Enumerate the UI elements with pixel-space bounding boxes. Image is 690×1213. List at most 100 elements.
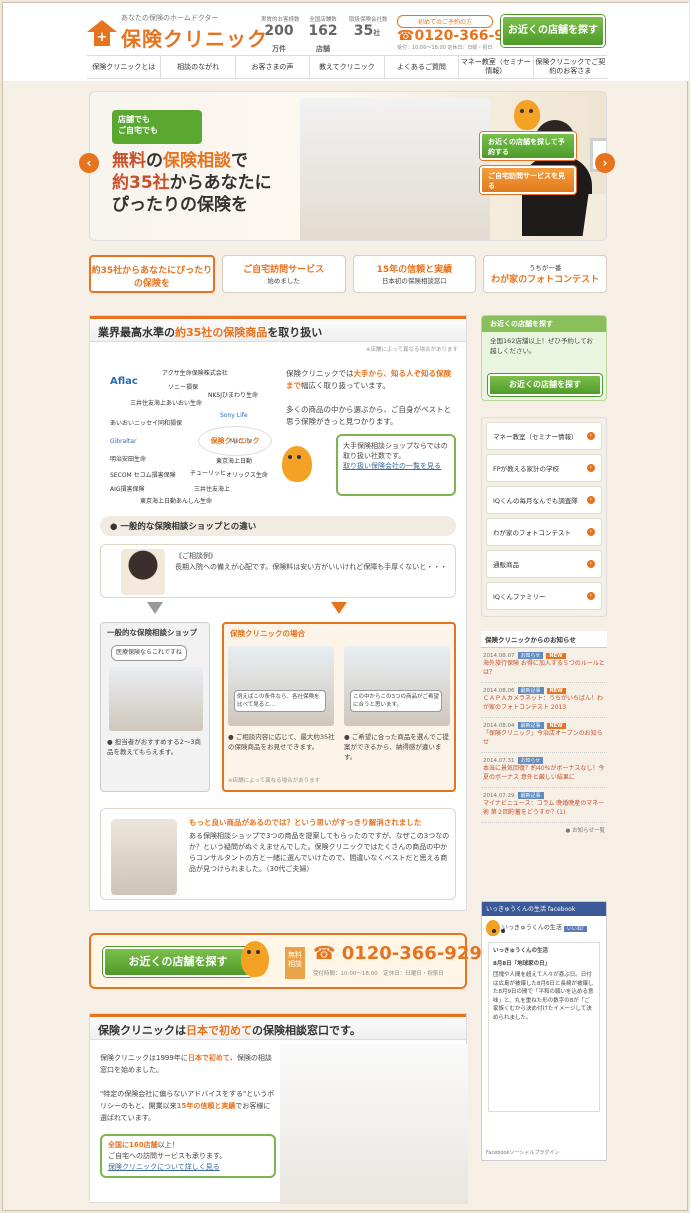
facebook-header: いっきゅうくんの生活 facebook (482, 902, 606, 916)
phone-label: 初めてのご予約の方 (397, 15, 493, 28)
example-label: 《ご相談例》 (175, 552, 217, 560)
headline-part: 保険相談 (163, 151, 231, 171)
companies-list-link[interactable]: 取り扱い保険会社の一覧を見る (343, 461, 449, 471)
nav-flow[interactable]: 相談のながれ (161, 56, 236, 78)
news-category: お知らせ (517, 652, 544, 659)
find-store-button[interactable]: お近くの店舗を探す (501, 15, 605, 47)
title-part: 業界最高水準の (98, 326, 175, 339)
facebook-page[interactable]: いっきゅうくんの生活 いいね! (482, 916, 606, 940)
first-text: 保険クリニックは1999年に日本で初めて、保険の相談窓口を始めました。 "特定の… (100, 1052, 276, 1124)
general-speech: 医療保険ならこれですね (111, 645, 187, 661)
title-part: 日本で初めて (186, 1024, 252, 1037)
sidebar-item-fp-school[interactable]: FPが教える家計の学校 › (486, 454, 602, 482)
logo-aioi-nissay: あいおいニッセイ同和損保 (110, 420, 183, 427)
news-category: お知らせ (517, 757, 544, 764)
general-shop-panel: 一般的な保険相談ショップ 医療保険ならこれですね ● 担当者がおすすめする2〜3… (100, 622, 210, 792)
post-date: 8月8日「地球家の日」 (493, 960, 551, 967)
logo-gibraltar: Gibraltar (110, 438, 137, 445)
sidebar-box-title: お近くの店舗を探す (482, 316, 606, 332)
store-count-box: 全国に160店舗以上！ ご自宅への訪問サービスも承ります。 保険クリニックについ… (100, 1134, 276, 1178)
logo-zurich: チューリッヒ (190, 470, 227, 477)
cta-hours: 受付時間：10:00〜18:00 定休日：日曜日・祝祭日 (313, 971, 444, 977)
carousel-prev-icon[interactable]: ‹ (79, 153, 99, 173)
menu-label: IQくんの毎月なんでも調査隊 (493, 497, 578, 505)
sidebar-item-family[interactable]: IQくんファミリー › (486, 582, 602, 610)
tab-35-companies[interactable]: 約35社からあなたにぴったりの保険を (89, 255, 215, 293)
news-text: 海外旅行保険 お得に加入する５つのルールとは？ (483, 660, 605, 676)
news-item[interactable]: 2014.08.06 最新記事 NEW ＣＡＰＡカメラネット：うちがいちばん！わが家… (481, 683, 607, 718)
stat-unit: 万件 (272, 45, 286, 53)
facebook-page-name: いっきゅうくんの生活 (501, 924, 562, 932)
nav-teach[interactable]: 教えてクリニック (310, 56, 385, 78)
nav-about[interactable]: 保険クリニックとは (87, 56, 162, 78)
tab-title: 15年の信頼と実績 (376, 265, 453, 275)
menu-label: IQくんファミリー (493, 593, 546, 601)
new-badge: NEW (546, 652, 566, 659)
clinic-text-1: ● ご相談内容に応じて、最大約35社の保険商品をお見せできます。 (228, 733, 335, 751)
feature-tabs: 約35社からあなたにぴったりの保険を ご自宅訪問サービス 始めました 15年の信頼… (89, 255, 607, 293)
logo-orix: オリックス生命 (226, 472, 268, 479)
tab-trust[interactable]: 15年の信頼と実績 日本初の保険相談窓口 (352, 255, 477, 293)
cta-store-button[interactable]: お近くの店舗を探す (103, 947, 253, 977)
facebook-widget: いっきゅうくんの生活 facebook いっきゅうくんの生活 いいね! いっきゅ… (481, 901, 607, 1161)
clinic-photo-1 (228, 646, 334, 726)
hero-banner[interactable]: 店舗でも ご自宅でも 無料の保険相談で 約35社からあなたに ぴったりの保険を … (89, 91, 607, 241)
news-category: 最新記事 (517, 687, 544, 694)
voice-heading: もっと良い商品があるのでは？という思いがすっきり解消されました (189, 818, 422, 827)
general-title: 一般的な保険相談ショップ (107, 628, 197, 637)
badge-line: 店舗でも (118, 115, 150, 124)
title-part: の保険商品 (212, 326, 268, 339)
logo-mitsui-aioi: 三井住友海上あいおい生命 (130, 400, 203, 407)
nav-contracted[interactable]: 保険クリニックでご契約のお客さま (534, 56, 607, 78)
sidebar-item-survey[interactable]: IQくんの毎月なんでも調査隊 › (486, 486, 602, 514)
arrow-down-orange-icon (331, 602, 347, 614)
intro-part: 多くの商品の中から選ぶから、ご自身がベストと思う保険がきっと見つかります。 (286, 405, 452, 426)
site-logo[interactable]: あなたの保険のホームドクター 保険クリニック (87, 14, 268, 52)
menu-label: FPが教える家計の学校 (493, 465, 559, 473)
post-text: 団塊や人間を超えて人々が喜ぶ日。日付は広島が被爆した8月6日と長崎が被爆した8月… (493, 972, 594, 1021)
mascot-icon (282, 446, 312, 482)
hero-visit-button[interactable]: ご自宅訪問サービスを見る (480, 166, 576, 194)
post-title: いっきゅうくんの生活 (493, 948, 549, 954)
news-item[interactable]: 2014.08.07 お知らせ NEW 海外旅行保険 お得に加入する５つのルールとは… (481, 648, 607, 683)
sidebar-box-text: 全国162店舗以上！ぜひ予約してお越しください。 (490, 337, 594, 355)
logo-tagline: あなたの保険のホームドクター (121, 14, 219, 22)
menu-label: 通販商品 (493, 561, 519, 569)
nav-faq[interactable]: よくあるご質問 (385, 56, 460, 78)
title-part: 保険クリニックは (98, 1024, 186, 1037)
news-text: マイナビニュース：コラム 晩婚晩産のマネー術 第２回貯蓄をどうすか？(1) (483, 800, 605, 816)
headline-part: の (146, 151, 163, 171)
mascot-icon (514, 100, 540, 130)
news-item[interactable]: 2014.07.29 最新記事 マイナビニュース：コラム 晩婚晩産のマネー術 第２… (481, 788, 607, 823)
main-content: 業界最高水準の約35社の保険商品を取り扱い ※店舗によって異なる場合があります … (89, 315, 467, 911)
headline-part: 約35社 (112, 173, 170, 193)
tab-photo-contest[interactable]: うちが一番 わが家のフォトコンテスト (483, 255, 607, 293)
compare-title: ● 一般的な保険相談ショップとの違い (100, 516, 456, 536)
hero-store-button[interactable]: お近くの店舗を探して予約する (480, 132, 576, 160)
headline-part: ぴったりの保険を (112, 195, 248, 215)
sidebar-item-mail-order[interactable]: 通販商品 › (486, 550, 602, 578)
news-text: ＣＡＰＡカメラネット：うちがいちばん！わが家のフォトコンテスト 2013 (483, 695, 604, 711)
news-item[interactable]: 2014.07.31 お知らせ 本当に景気回復？約40%がボーナスなし！今夏のボー… (481, 753, 607, 788)
site-header: あなたの保険のホームドクター 保険クリニック 実質的お客様数 200 万件 全国店… (3, 3, 689, 81)
section-note: ※店舗によって異なる場合があります (365, 347, 458, 353)
facebook-like-button[interactable]: いいね! (563, 925, 587, 932)
header-phone[interactable]: 初めてのご予約の方 ☎0120-366-929 受付：10:00〜18:00 定… (397, 15, 524, 51)
customer-photo (121, 549, 165, 595)
text-part: 15年の信頼と実績 (176, 1102, 236, 1110)
about-clinic-link[interactable]: 保険クリニックについて詳しく見る (108, 1163, 220, 1171)
sidebar-item-photo-contest[interactable]: わが家のフォトコンテスト › (486, 518, 602, 546)
house-cross-icon (87, 19, 117, 48)
news-more-link[interactable]: ● お知らせ一覧 (481, 823, 607, 837)
tab-home-visit[interactable]: ご自宅訪問サービス 始めました (221, 255, 346, 293)
hero-headline: 無料の保険相談で 約35社からあなたに ぴったりの保険を (112, 150, 272, 216)
cta-phone[interactable]: ☎ 0120-366-929 (313, 943, 482, 964)
bubble-text: 大手保険相談ショップならではの取り扱い社数です。 (343, 442, 448, 460)
sidebar-item-seminar[interactable]: マネー教室（セミナー情報） › (486, 422, 602, 450)
nav-voices[interactable]: お客さまの声 (236, 56, 311, 78)
stat-stores: 全国店舗数 162 店舗 (305, 15, 341, 57)
carousel-next-icon[interactable]: › (595, 153, 615, 173)
sidebar-store-button[interactable]: お近くの店舗を探す (488, 374, 602, 396)
news-item[interactable]: 2014.08.04 最新記事 NEW 「保険クリニック」今治店オープンのお知らせ (481, 718, 607, 753)
nav-seminar[interactable]: マネー教室（セミナー情報） (459, 56, 534, 78)
